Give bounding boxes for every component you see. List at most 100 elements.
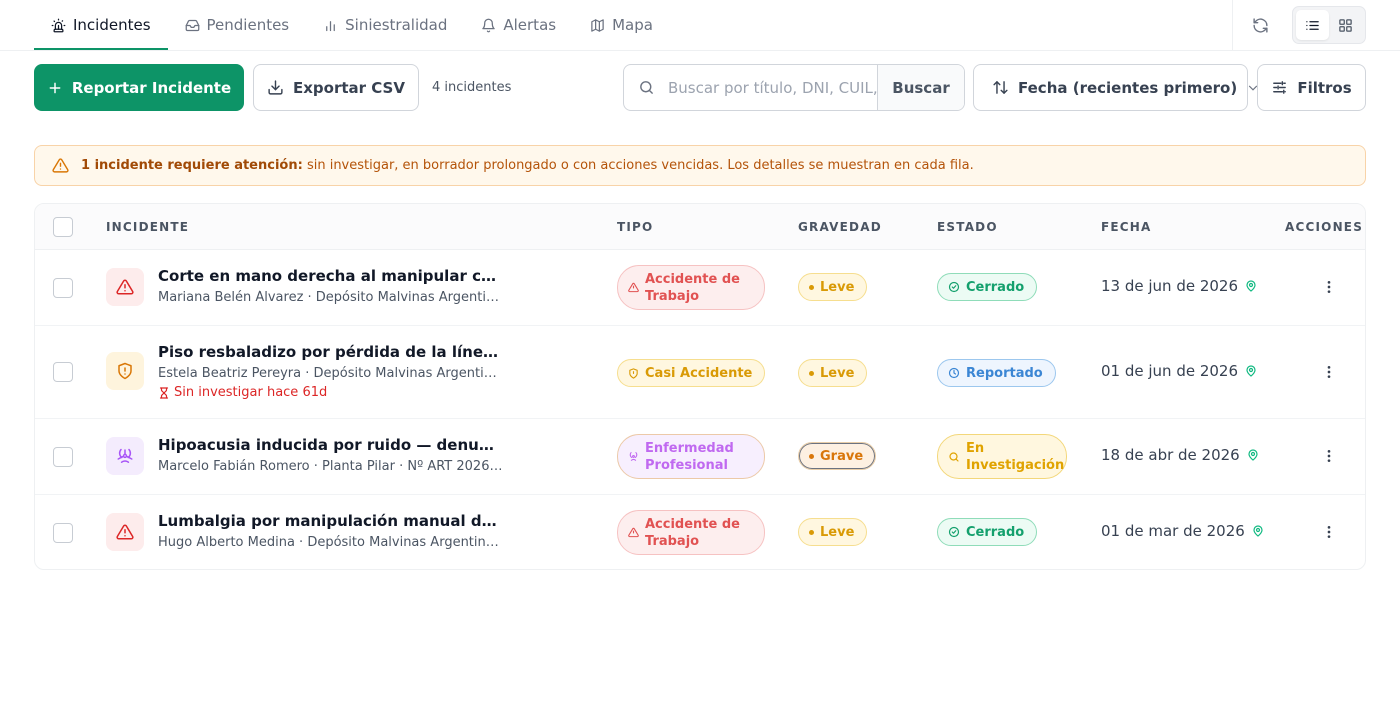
- tab-label: Pendientes: [206, 16, 290, 34]
- biohazard-icon: [628, 451, 639, 462]
- export-csv-label: Exportar CSV: [293, 78, 405, 97]
- tab-siniestralidad[interactable]: Siniestralidad: [306, 0, 464, 50]
- type-badge: Accidente de Trabajo: [617, 510, 765, 555]
- row-actions-button[interactable]: [1317, 520, 1341, 544]
- more-vertical-icon: [1321, 524, 1337, 540]
- alert-strong: 1 incidente requiere atención:: [81, 158, 303, 173]
- shield-alert-icon: [628, 367, 639, 379]
- filters-button[interactable]: Filtros: [1257, 64, 1366, 111]
- tab-label: Alertas: [503, 16, 557, 34]
- search-input[interactable]: [668, 65, 877, 110]
- sort-select[interactable]: Fecha (recientes primero): [973, 64, 1258, 111]
- severity-badge: Grave: [798, 442, 877, 470]
- incident-count: 4 incidentes: [432, 80, 512, 95]
- grid-view-button[interactable]: [1329, 10, 1362, 40]
- map-pin-icon: [1245, 365, 1257, 377]
- table-row[interactable]: Corte en mano derecha al manipular chapa…: [35, 250, 1365, 326]
- refresh-icon: [1252, 17, 1269, 34]
- grid-icon: [1338, 18, 1353, 33]
- attention-alert: 1 incidente requiere atención: sin inves…: [34, 145, 1366, 186]
- inbox-icon: [185, 18, 200, 33]
- tab-bar: Incidentes Pendientes Siniestralidad Ale…: [34, 0, 670, 50]
- sort-arrows-icon: [992, 79, 1009, 96]
- refresh-button[interactable]: [1232, 0, 1288, 50]
- report-incident-button[interactable]: Reportar Incidente: [34, 64, 244, 111]
- table-row[interactable]: Hipoacusia inducida por ruido — denuncia…: [35, 419, 1365, 495]
- overdue-warning: Sin investigar hace 61d: [158, 385, 327, 400]
- status-badge: Reportado: [937, 359, 1056, 387]
- type-badge: Enfermedad Profesional: [617, 434, 765, 479]
- incident-title[interactable]: Piso resbaladizo por pérdida de la línea…: [158, 343, 503, 361]
- map-pin-icon: [1252, 525, 1264, 537]
- shield-alert-icon: [106, 352, 144, 390]
- table-row[interactable]: Lumbalgia por manipulación manual de car…: [35, 495, 1365, 569]
- row-checkbox[interactable]: [53, 278, 73, 298]
- map-pin-icon: [1247, 449, 1259, 461]
- row-checkbox[interactable]: [53, 523, 73, 543]
- column-header-incident: INCIDENTE: [106, 220, 190, 234]
- map-pin-icon: [1245, 280, 1257, 292]
- tab-incidentes[interactable]: Incidentes: [34, 0, 168, 50]
- sliders-icon: [1271, 79, 1288, 96]
- alert-triangle-icon: [628, 527, 639, 538]
- table-row[interactable]: Piso resbaladizo por pérdida de la línea…: [35, 326, 1365, 419]
- download-icon: [267, 79, 284, 96]
- row-actions-button[interactable]: [1317, 360, 1341, 384]
- alert-triangle-icon: [106, 268, 144, 306]
- check-circle-icon: [948, 526, 960, 538]
- column-header-date: FECHA: [1101, 220, 1152, 234]
- incident-title[interactable]: Corte en mano derecha al manipular chapa: [158, 267, 503, 285]
- severity-label: Leve: [820, 279, 855, 295]
- severity-badge: Leve: [798, 273, 868, 301]
- row-actions-button[interactable]: [1317, 444, 1341, 468]
- hourglass-icon: [158, 386, 170, 399]
- severity-badge: Leve: [798, 359, 868, 387]
- row-actions-button[interactable]: [1317, 275, 1341, 299]
- incident-title[interactable]: Hipoacusia inducida por ruido — denuncia…: [158, 436, 503, 454]
- select-all-checkbox[interactable]: [53, 217, 73, 237]
- biohazard-icon: [106, 437, 144, 475]
- bell-icon: [481, 18, 496, 33]
- tab-label: Incidentes: [73, 16, 151, 34]
- search-icon: [624, 65, 668, 110]
- date-text: 01 de mar de 2026: [1101, 522, 1245, 540]
- row-checkbox[interactable]: [53, 362, 73, 382]
- severity-badge: Leve: [798, 518, 868, 546]
- export-csv-button[interactable]: Exportar CSV: [253, 64, 419, 111]
- date-text: 18 de abr de 2026: [1101, 446, 1240, 464]
- list-view-button[interactable]: [1296, 10, 1329, 40]
- siren-icon: [51, 18, 66, 33]
- more-vertical-icon: [1321, 448, 1337, 464]
- tab-mapa[interactable]: Mapa: [573, 0, 670, 50]
- map-icon: [590, 18, 605, 33]
- list-icon: [1305, 18, 1320, 33]
- filters-label: Filtros: [1297, 78, 1352, 97]
- severity-label: Leve: [820, 365, 855, 381]
- tab-pendientes[interactable]: Pendientes: [168, 0, 307, 50]
- top-bar: Incidentes Pendientes Siniestralidad Ale…: [0, 0, 1400, 51]
- incident-title[interactable]: Lumbalgia por manipulación manual de car…: [158, 512, 503, 530]
- incident-subtitle: Mariana Belén Álvarez · Depósito Malvina…: [158, 290, 503, 305]
- tab-alertas[interactable]: Alertas: [464, 0, 573, 50]
- status-badge: Cerrado: [937, 273, 1038, 301]
- severity-dot: [809, 453, 814, 459]
- row-checkbox[interactable]: [53, 447, 73, 467]
- type-badge-label: Casi Accidente: [645, 365, 753, 381]
- severity-dot: [809, 529, 814, 535]
- incident-date: 18 de abr de 2026: [1101, 446, 1259, 464]
- view-toggle: [1292, 6, 1366, 44]
- search-button[interactable]: Buscar: [877, 65, 964, 110]
- incidents-table: INCIDENTE TIPO GRAVEDAD ESTADO FECHA ACC…: [34, 203, 1366, 570]
- alert-message: 1 incidente requiere atención: sin inves…: [81, 158, 974, 173]
- severity-dot: [809, 370, 814, 376]
- alert-text: sin investigar, en borrador prolongado o…: [302, 158, 974, 173]
- alert-triangle-icon: [628, 282, 639, 293]
- status-badge: Cerrado: [937, 518, 1038, 546]
- tab-label: Siniestralidad: [345, 16, 448, 34]
- check-circle-icon: [948, 281, 960, 293]
- status-label: Reportado: [966, 365, 1043, 381]
- search-icon: [948, 451, 960, 463]
- sort-label: Fecha (recientes primero): [1018, 78, 1238, 97]
- overdue-warning-text: Sin investigar hace 61d: [174, 385, 328, 400]
- column-header-actions: ACCIONES: [1285, 220, 1364, 234]
